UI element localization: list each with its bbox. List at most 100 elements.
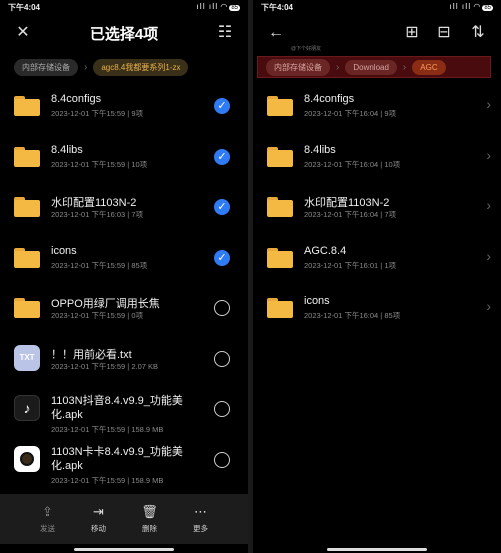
checkbox-empty-icon[interactable] (214, 401, 230, 417)
checkbox-empty-icon[interactable] (214, 300, 230, 316)
checkbox-empty-icon[interactable] (214, 451, 230, 468)
action-send-button[interactable]: ⇪ 发送 (28, 494, 68, 544)
file-name: ！！用前必看.txt (51, 348, 132, 361)
wifi-icon: ◠ (220, 2, 228, 11)
folder-icon-body (267, 250, 293, 268)
new-folder-icon[interactable]: ⊞ (403, 24, 421, 42)
file-name: 8.4configs (51, 93, 102, 105)
sort-icon[interactable]: ⇅ (469, 24, 487, 42)
breadcrumb-item-current[interactable]: AGC (412, 59, 446, 75)
folder-icon (14, 96, 40, 116)
file-meta: 2023-12-01 下午16:04 | 85项 (304, 311, 401, 320)
file-name: OPPO用绿厂调用长焦 (51, 298, 160, 310)
list-item[interactable]: AGC.8.4 2023-12-01 下午16:01 | 1项 › (253, 234, 501, 285)
chevron-right-icon: › (486, 298, 491, 314)
back-arrow-icon[interactable]: ← (267, 24, 285, 42)
checkbox-checked-icon[interactable]: ✓ (214, 249, 230, 266)
folder-icon-body (14, 200, 40, 217)
checkbox-checked-icon[interactable]: ✓ (214, 148, 230, 165)
chevron-right-icon: › (402, 61, 407, 73)
folder-icon (14, 146, 40, 167)
action-more-button[interactable]: ⋯ 更多 (181, 494, 221, 544)
list-item[interactable]: 8.4libs 2023-12-01 下午15:59 | 10项 ✓ (0, 133, 248, 184)
folder-icon-body (267, 301, 293, 318)
file-name: 8.4libs (51, 143, 83, 156)
breadcrumb: 内部存储设备 › Download › AGC (257, 56, 491, 78)
list-item[interactable]: OPPO用绿厂调用长焦 2023-12-01 下午15:59 | 0项 (0, 284, 248, 335)
folder-icon (267, 146, 293, 167)
file-name: AGC.8.4 (304, 244, 347, 257)
file-name: icons (51, 244, 77, 257)
checkbox-checked-icon[interactable]: ✓ (214, 199, 230, 215)
breadcrumb-item-current[interactable]: agc8.4我都要系列1-zx (93, 58, 189, 76)
folder-icon (267, 247, 293, 268)
list-item[interactable]: ♪ 1103N抖音8.4.v9.9_功能美化.apk 2023-12-01 下午15… (0, 385, 248, 436)
file-name: 水印配置1103N-2 (304, 197, 390, 209)
list-item[interactable]: 8.4libs 2023-12-01 下午16:04 | 10项 › (253, 133, 501, 184)
checkbox-empty-icon[interactable] (214, 350, 230, 367)
status-bar: 下午4:04 ıIl ıIl ◠ 85 (253, 0, 501, 14)
chevron-right-icon: › (486, 197, 491, 213)
wifi-icon: ◠ (473, 2, 481, 11)
delete-icon: 🗑 (141, 504, 158, 519)
checkbox-checked-icon[interactable]: ✓ (214, 98, 230, 114)
breadcrumb: 内部存储设备 › agc8.4我都要系列1-zx (0, 56, 248, 78)
file-meta: 2023-12-01 下午15:59 | 9项 (51, 109, 144, 118)
select-all-icon[interactable]: ☷ (216, 24, 234, 42)
action-label: 移动 (91, 524, 106, 533)
file-meta: 2023-12-01 下午16:04 | 7项 (304, 210, 397, 219)
tiktok-app-icon: ♪ (14, 395, 40, 421)
action-delete-button[interactable]: 🗑 删除 (130, 494, 170, 544)
list-item[interactable]: icons 2023-12-01 下午15:59 | 85项 ✓ (0, 234, 248, 285)
breadcrumb-item[interactable]: 内部存储设备 (266, 58, 330, 76)
status-icons: ıIl ıIl ◠ 85 (449, 2, 493, 12)
list-item[interactable]: 8.4configs 2023-12-01 下午16:04 | 9项 › (253, 82, 501, 133)
page-title: 已选择4项 (89, 25, 159, 43)
folder-icon (14, 247, 40, 268)
file-meta: 2023-12-01 下午16:04 | 10项 (304, 159, 401, 169)
list-item[interactable]: 水印配置1103N-2 2023-12-01 下午16:03 | 7项 ✓ (0, 183, 248, 234)
list-item[interactable]: 1103N卡卡8.4.v9.9_功能美化.apk 2023-12-01 下午15:… (0, 436, 248, 487)
file-name: icons (304, 295, 330, 307)
file-name: 1103N卡卡8.4.v9.9_功能美化.apk (51, 445, 183, 472)
file-meta: 2023-12-01 下午15:59 | 85项 (51, 260, 148, 270)
action-label: 发送 (40, 524, 55, 533)
camera-app-icon (14, 445, 40, 472)
home-indicator (327, 548, 427, 551)
status-time: 下午4:04 (8, 3, 41, 12)
camera-lens (20, 451, 34, 466)
chevron-right-icon: › (486, 247, 491, 264)
more-icon: ⋯ (194, 504, 207, 519)
send-icon: ⇪ (42, 504, 53, 519)
folder-icon-body (267, 99, 293, 116)
file-meta: 2023-12-01 下午15:59 | 10项 (51, 159, 148, 169)
folder-icon (14, 298, 40, 318)
folder-icon-body (14, 301, 40, 318)
file-name: 水印配置1103N-2 (51, 197, 137, 209)
chevron-right-icon: › (486, 96, 491, 112)
list-item[interactable]: 水印配置1103N-2 2023-12-01 下午16:04 | 7项 › (253, 183, 501, 234)
action-move-button[interactable]: ⇥ 移动 (79, 494, 119, 544)
list-item[interactable]: 8.4configs 2023-12-01 下午15:59 | 9项 ✓ (0, 82, 248, 133)
grid-view-icon[interactable]: ⊟ (435, 24, 453, 42)
list-item[interactable]: TXT ！！用前必看.txt 2023-12-01 下午15:59 | 2.07 K… (0, 335, 248, 386)
signal-icon: ıIl ıIl (196, 2, 219, 11)
folder-icon-body (267, 200, 293, 217)
battery-icon: 85 (482, 5, 493, 11)
status-icons: ıIl ıIl ◠ 85 (196, 2, 240, 12)
chevron-right-icon: › (486, 146, 491, 163)
folder-icon-body (267, 149, 293, 167)
list-item[interactable]: icons 2023-12-01 下午16:04 | 85项 › (253, 284, 501, 335)
folder-icon-body (14, 149, 40, 167)
browse-pane: 下午4:04 ıIl ıIl ◠ 85 ← @下个好朋友 ⊞ ⊟ ⇅ 内部存储设备… (253, 0, 501, 553)
status-time: 下午4:04 (261, 3, 294, 12)
browse-toolbar: ← @下个好朋友 ⊞ ⊟ ⇅ (253, 16, 501, 52)
file-name: 1103N抖音8.4.v9.9_功能美化.apk (51, 395, 183, 421)
home-indicator (74, 548, 174, 551)
breadcrumb-item[interactable]: Download (345, 59, 397, 75)
folder-icon (267, 197, 293, 217)
file-name: 8.4libs (304, 143, 336, 156)
folder-icon-body (14, 250, 40, 268)
breadcrumb-item[interactable]: 内部存储设备 (14, 58, 78, 76)
status-bar: 下午4:04 ıIl ıIl ◠ 85 (0, 0, 248, 14)
